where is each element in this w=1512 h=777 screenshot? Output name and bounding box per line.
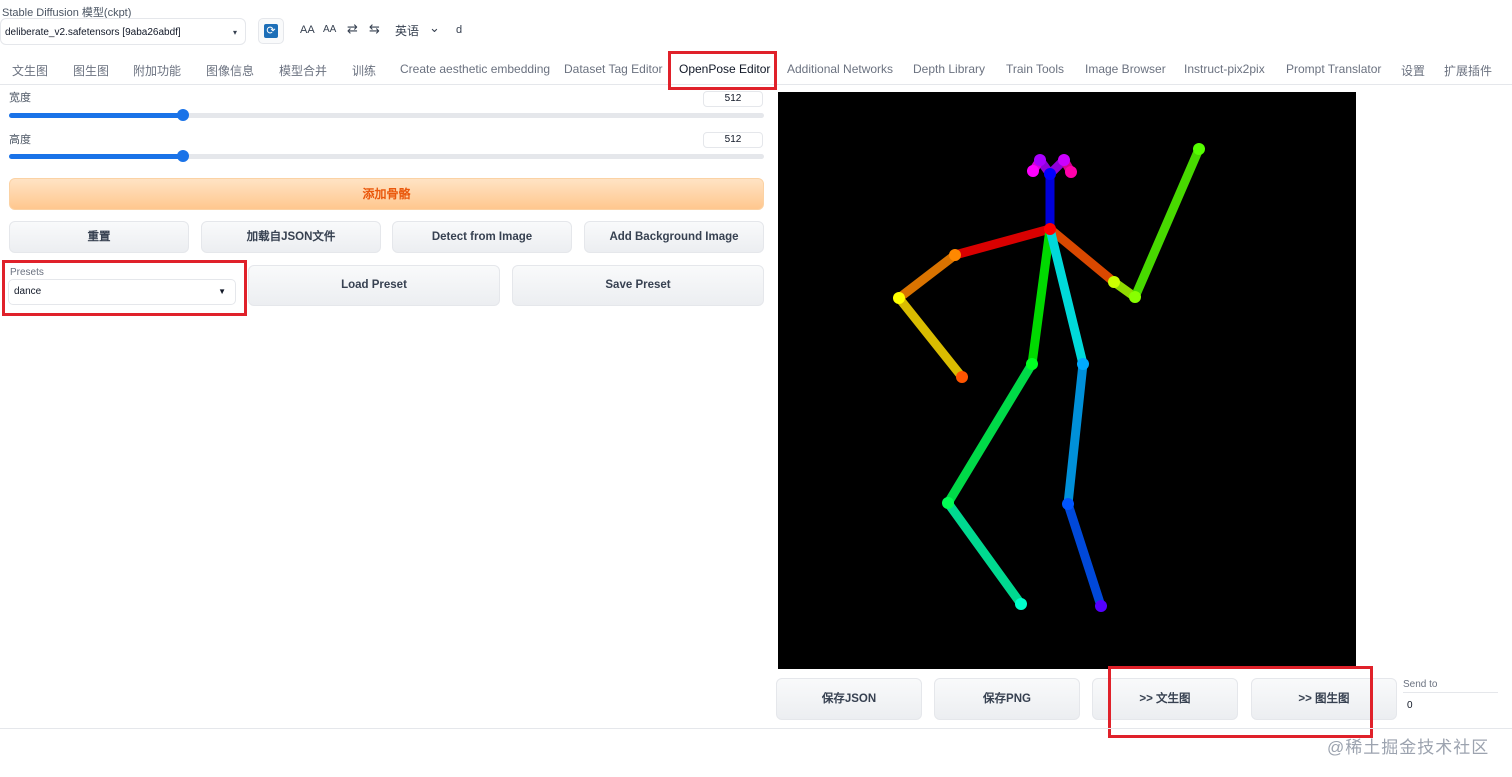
height-slider-thumb[interactable] (176, 150, 189, 162)
width-slider-fill (9, 113, 183, 118)
chevron-down-icon[interactable]: ⌄ (429, 20, 440, 36)
tab-instruct-pix2pix[interactable]: Instruct-pix2pix (1184, 62, 1265, 76)
left-wrist-joint[interactable] (1193, 143, 1205, 155)
tab-train-tools[interactable]: Train Tools (1006, 62, 1064, 76)
tab-extensions[interactable]: 扩展插件 (1444, 62, 1492, 79)
tab-img2img[interactable]: 图生图 (73, 62, 109, 79)
model-select[interactable]: deliberate_v2.safetensors [9aba26abdf] ▾ (0, 18, 246, 45)
tab-aesthetic-embedding[interactable]: Create aesthetic embedding (400, 62, 550, 76)
nose-joint[interactable] (1044, 168, 1056, 180)
right-forearm-bone (894, 293, 967, 382)
chevron-down-icon: ▾ (232, 28, 237, 37)
refresh-model-button[interactable]: ⟳ (258, 18, 284, 44)
right-upper-arm-bone (894, 250, 960, 303)
pose-skeleton (893, 143, 1205, 612)
tab-depth-library[interactable]: Depth Library (913, 62, 985, 76)
right-wrist-joint[interactable] (956, 371, 968, 383)
width-label: 宽度 (9, 92, 31, 104)
right-ankle-joint[interactable] (1015, 598, 1027, 610)
send-to-txt2img-button[interactable]: >> 文生图 (1092, 678, 1238, 720)
right-ear-joint[interactable] (1027, 165, 1039, 177)
right-shoulder-joint[interactable] (949, 249, 961, 261)
left-thigh-bone (1063, 359, 1088, 509)
font-size-small-button[interactable]: AA (323, 24, 336, 35)
right-torso-bone (1027, 224, 1055, 369)
send-to-img2img-button[interactable]: >> 图生图 (1251, 678, 1397, 720)
send-to-label: Send to (1403, 679, 1438, 690)
watermark: @稀土掘金技术社区 (1327, 738, 1490, 757)
refresh-icon: ⟳ (264, 24, 278, 38)
language-select[interactable]: 英语 (395, 22, 419, 39)
tab-extras[interactable]: 附加功能 (133, 62, 181, 79)
right-knee-joint[interactable] (942, 497, 954, 509)
tab-prompt-translator[interactable]: Prompt Translator (1286, 62, 1381, 76)
height-slider-fill (9, 154, 183, 159)
model-select-value: deliberate_v2.safetensors [9aba26abdf] (5, 27, 181, 38)
width-slider-thumb[interactable] (176, 109, 189, 121)
load-preset-button[interactable]: Load Preset (248, 265, 500, 306)
height-number-input[interactable]: 512 (703, 132, 763, 148)
height-slider[interactable] (9, 150, 764, 162)
chevron-down-icon: ▼ (218, 287, 226, 296)
add-bone-button[interactable]: 添加骨骼 (9, 178, 764, 210)
width-number-input[interactable]: 512 (703, 91, 763, 107)
save-png-button[interactable]: 保存PNG (934, 678, 1080, 720)
tab-txt2img[interactable]: 文生图 (12, 62, 48, 79)
add-background-image-button[interactable]: Add Background Image (584, 221, 764, 253)
width-slider[interactable] (9, 109, 764, 121)
tab-dataset-tag-editor[interactable]: Dataset Tag Editor (564, 62, 663, 76)
send-to-input[interactable]: 0 (1403, 692, 1498, 719)
left-ear-joint[interactable] (1065, 166, 1077, 178)
tab-train[interactable]: 训练 (352, 62, 376, 79)
extra-input[interactable]: d (456, 24, 462, 36)
pose-canvas[interactable] (778, 92, 1356, 669)
right-thigh-bone (943, 359, 1037, 508)
right-hip-joint[interactable] (1026, 358, 1038, 370)
save-json-button[interactable]: 保存JSON (776, 678, 922, 720)
left-ankle-joint[interactable] (1095, 600, 1107, 612)
left-knee-joint[interactable] (1062, 498, 1074, 510)
right-shin-bone (943, 498, 1026, 609)
left-elbow-joint[interactable] (1129, 291, 1141, 303)
presets-select-value: dance (14, 286, 42, 297)
reset-button[interactable]: 重置 (9, 221, 189, 253)
left-shin-bone (1063, 499, 1106, 611)
tab-additional-networks[interactable]: Additional Networks (787, 62, 893, 76)
neck-joint[interactable] (1044, 223, 1056, 235)
detect-from-image-button[interactable]: Detect from Image (392, 221, 572, 253)
load-json-button[interactable]: 加载自JSON文件 (201, 221, 381, 253)
presets-label: Presets (10, 267, 44, 278)
tab-settings[interactable]: 设置 (1401, 62, 1425, 79)
footer-divider (0, 728, 1512, 729)
right-elbow-joint[interactable] (893, 292, 905, 304)
presets-field: Presets dance ▼ (6, 264, 242, 312)
left-shoulder-joint[interactable] (1108, 276, 1120, 288)
tab-checkpoint-merger[interactable]: 模型合并 (279, 62, 327, 79)
tab-image-browser[interactable]: Image Browser (1085, 62, 1166, 76)
right-shoulder-bone (950, 224, 1055, 260)
left-forearm-bone (1130, 144, 1204, 302)
height-label: 高度 (9, 134, 31, 146)
tab-bar: 文生图 图生图 附加功能 图像信息 模型合并 训练 Create aesthet… (0, 56, 1512, 85)
swap-alt-icon[interactable]: ⇆ (369, 21, 380, 37)
font-size-large-button[interactable]: AA (300, 24, 315, 36)
swap-icon[interactable]: ⇄ (347, 21, 358, 37)
tab-openpose-editor[interactable]: OpenPose Editor (679, 62, 770, 76)
left-hip-joint[interactable] (1077, 358, 1089, 370)
save-preset-button[interactable]: Save Preset (512, 265, 764, 306)
left-eye-joint[interactable] (1058, 154, 1070, 166)
right-eye-joint[interactable] (1034, 154, 1046, 166)
tab-png-info[interactable]: 图像信息 (206, 62, 254, 79)
presets-select[interactable]: dance ▼ (8, 279, 236, 305)
